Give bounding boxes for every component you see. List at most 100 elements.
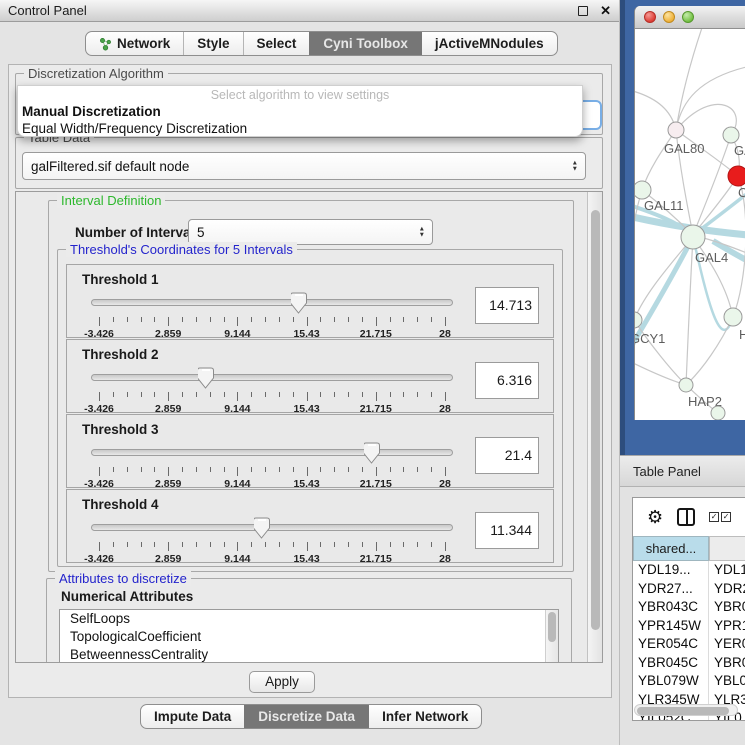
network-node[interactable] <box>679 378 693 392</box>
algorithm-option[interactable]: Manual Discretization <box>18 103 582 120</box>
slider-tick-labels: -3.4262.8599.14415.4321.71528 <box>91 553 453 565</box>
slider-ticks <box>91 542 453 552</box>
interval-definition-title: Interval Definition <box>57 193 165 208</box>
tick-mark <box>154 392 155 397</box>
network-node[interactable] <box>681 225 705 249</box>
tick-mark <box>210 467 211 472</box>
table-cell: YER0 <box>709 635 745 654</box>
tick-mark <box>320 317 321 322</box>
tick-mark <box>237 467 238 476</box>
tick-mark <box>431 467 432 472</box>
attributes-scrollbar-thumb[interactable] <box>548 612 556 642</box>
settings-scrollbar-thumb[interactable] <box>591 210 600 630</box>
algorithm-dropdown-popup: Select algorithm to view settings Manual… <box>17 85 583 137</box>
tick-mark <box>445 542 446 551</box>
threshold-value-field[interactable]: 6.316 <box>475 362 539 399</box>
tick-mark <box>265 317 266 322</box>
attribute-list-item[interactable]: SelfLoops <box>60 610 558 628</box>
numerical-attributes-list[interactable]: SelfLoopsTopologicalCoefficientBetweenne… <box>59 609 559 663</box>
tab-select[interactable]: Select <box>243 32 310 55</box>
interval-definition-group: Interval Definition Number of Intervals … <box>48 200 574 572</box>
minimize-traffic-light-icon[interactable] <box>663 11 675 23</box>
table-row[interactable]: YBR043CYBR0 <box>633 598 745 617</box>
tab-jactivemnodules[interactable]: jActiveMNodules <box>421 32 557 55</box>
slider-thumb[interactable] <box>291 292 307 314</box>
algorithm-option[interactable]: Equal Width/Frequency Discretization <box>18 120 582 137</box>
slider-thumb[interactable] <box>364 442 380 464</box>
tick-mark <box>237 542 238 551</box>
network-view-border <box>620 0 625 455</box>
slider-thumb[interactable] <box>198 367 214 389</box>
tick-mark <box>334 467 335 472</box>
columns-icon[interactable] <box>677 508 695 526</box>
gear-icon[interactable]: ⚙ <box>647 508 663 526</box>
algorithm-hint-item[interactable]: Select algorithm to view settings <box>18 88 582 103</box>
table-data-combobox[interactable]: galFiltered.sif default node ▲▼ <box>22 152 586 180</box>
checkbox-icon: ✓ <box>721 512 731 522</box>
select-columns-icon[interactable]: ✓ ✓ <box>709 512 731 522</box>
table-cell: YBR0 <box>709 598 745 617</box>
slider-track[interactable] <box>91 449 453 456</box>
tick-label: 21.715 <box>360 553 392 565</box>
node-table: shared...na YDL19...YDL1YDR27...YDR2YBR0… <box>633 536 745 721</box>
bottom-tab-discretize-data[interactable]: Discretize Data <box>244 705 368 728</box>
threshold-slider[interactable]: -3.4262.8599.14415.4321.71528 <box>91 441 453 487</box>
table-row[interactable]: YBL079WYBL0 <box>633 672 745 691</box>
close-window-icon[interactable]: ✕ <box>600 6 611 16</box>
tab-style[interactable]: Style <box>183 32 242 55</box>
tab-cyni-toolbox[interactable]: Cyni Toolbox <box>309 32 421 55</box>
tab-network[interactable]: Network <box>86 32 183 55</box>
tick-mark <box>127 467 128 472</box>
close-traffic-light-icon[interactable] <box>644 11 656 23</box>
tick-mark <box>251 467 252 472</box>
threshold-slider[interactable]: -3.4262.8599.14415.4321.71528 <box>91 366 453 412</box>
table-row[interactable]: YDR27...YDR2 <box>633 580 745 599</box>
threshold-value-field[interactable]: 11.344 <box>475 512 539 549</box>
threshold-panel: Threshold 4-3.4262.8599.14415.4321.71528… <box>66 489 554 563</box>
network-node[interactable] <box>724 308 742 326</box>
threshold-value-field[interactable]: 14.713 <box>475 287 539 324</box>
tick-mark <box>154 467 155 472</box>
slider-track[interactable] <box>91 374 453 381</box>
tick-mark <box>293 317 294 322</box>
slider-thumb[interactable] <box>254 517 270 539</box>
bottom-tab-infer-network[interactable]: Infer Network <box>368 705 481 728</box>
table-data-combobox-value: galFiltered.sif default node <box>31 159 189 174</box>
table-row[interactable]: YER054CYER0 <box>633 635 745 654</box>
table-hscrollbar-thumb[interactable] <box>637 707 729 715</box>
tick-mark <box>417 467 418 472</box>
zoom-traffic-light-icon[interactable] <box>682 11 694 23</box>
table-horizontal-scrollbar[interactable] <box>634 704 738 716</box>
attribute-list-item[interactable]: TopologicalCoefficient <box>60 628 558 646</box>
table-column-header[interactable]: na <box>709 536 745 561</box>
network-node[interactable] <box>711 406 725 420</box>
bottom-tab-impute-data[interactable]: Impute Data <box>141 705 244 728</box>
network-node[interactable] <box>723 127 739 143</box>
threshold-value-field[interactable]: 21.4 <box>475 437 539 474</box>
slider-track[interactable] <box>91 524 453 531</box>
threshold-slider[interactable]: -3.4262.8599.14415.4321.71528 <box>91 291 453 337</box>
float-window-icon[interactable] <box>578 6 588 16</box>
table-row[interactable]: YBR045CYBR0 <box>633 654 745 673</box>
tick-mark <box>376 317 377 326</box>
attributes-list-scrollbar[interactable] <box>545 610 558 663</box>
table-column-header[interactable]: shared... <box>633 536 709 561</box>
network-node[interactable] <box>668 122 684 138</box>
threshold-slider[interactable]: -3.4262.8599.14415.4321.71528 <box>91 516 453 562</box>
tick-mark <box>127 317 128 322</box>
table-row[interactable]: YDL19...YDL1 <box>633 561 745 580</box>
network-canvas[interactable]: GAL80GACGAL11GAL4GCY1HHAP2 <box>635 29 745 420</box>
network-node[interactable] <box>635 181 651 199</box>
network-node[interactable] <box>728 166 745 186</box>
settings-vertical-scrollbar[interactable] <box>587 192 602 662</box>
table-cell: YER054C <box>633 635 709 654</box>
slider-track[interactable] <box>91 299 453 306</box>
table-pane: ⚙ ✓ ✓ shared...na YDL19...YDL1YDR27...YD… <box>632 497 745 721</box>
tick-mark <box>334 542 335 547</box>
cyni-toolbox-panel: Discretization Algorithm Table Data galF… <box>8 64 612 698</box>
table-row[interactable]: YPR145WYPR1 <box>633 617 745 636</box>
table-cell: YDR27... <box>633 580 709 599</box>
apply-button[interactable]: Apply <box>249 671 315 693</box>
tick-mark <box>279 542 280 547</box>
attribute-list-item[interactable]: BetweennessCentrality <box>60 646 558 663</box>
